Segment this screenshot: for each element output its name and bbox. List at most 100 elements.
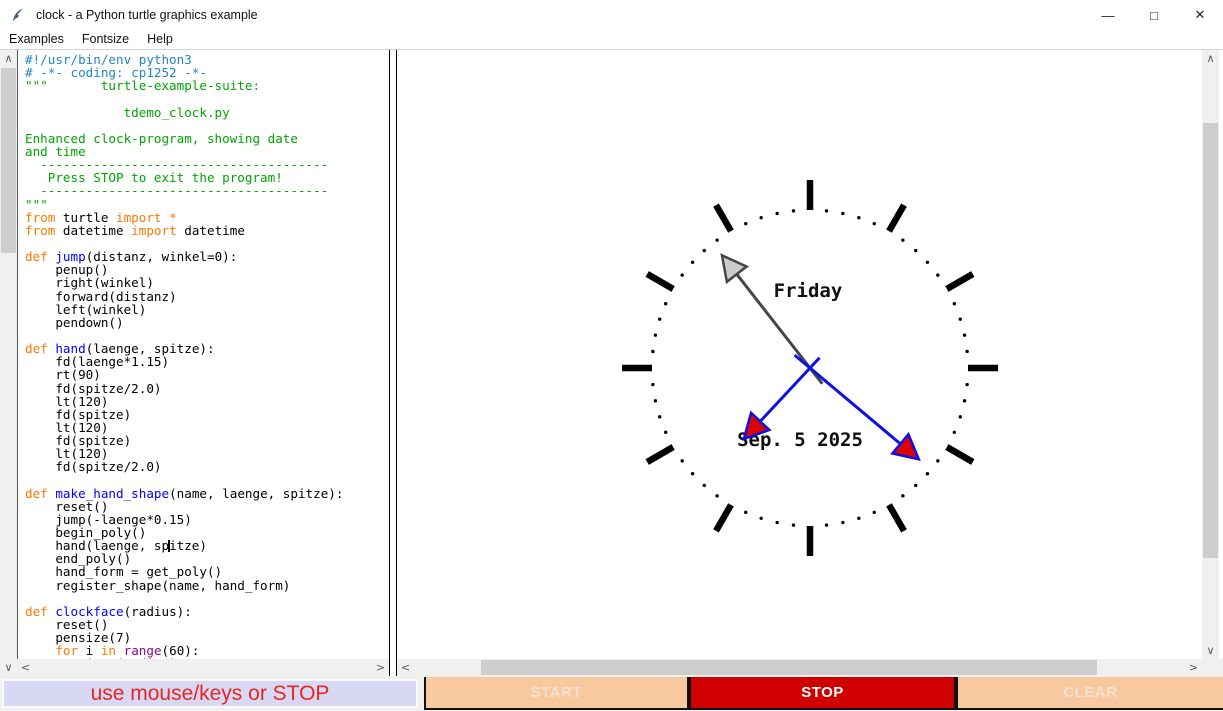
canvas-vertical-scrollbar[interactable]: ∧ ∨ — [1202, 50, 1219, 659]
minute-dot — [680, 459, 684, 463]
menu-item-fontsize[interactable]: Fontsize — [73, 30, 138, 49]
right-margin — [1219, 50, 1223, 659]
minute-dot — [651, 349, 655, 354]
minute-dot — [658, 317, 662, 321]
button-strip: START STOP CLEAR — [424, 677, 1223, 710]
turtle-canvas[interactable]: Friday Sep. 5 2025 — [397, 50, 1202, 659]
hour-tick — [886, 203, 907, 233]
scroll-up-icon[interactable]: ∧ — [0, 50, 17, 67]
hour-tick — [713, 503, 734, 533]
minute-dot — [824, 209, 829, 213]
code-vscroll-thumb[interactable] — [1, 68, 16, 253]
minute-hand-arrowhead — [890, 431, 921, 462]
minute-dot — [759, 216, 763, 220]
clear-button[interactable]: CLEAR — [958, 677, 1223, 708]
minute-dot — [775, 211, 779, 216]
minimize-icon: — — [1101, 7, 1115, 23]
minute-dot — [936, 273, 940, 277]
minute-dot — [857, 516, 861, 520]
code-line: register_shape(name, hand_form) — [25, 577, 291, 593]
scroll-down-icon[interactable]: ∨ — [0, 659, 17, 676]
code-line: """ turtle-example-suite: — [25, 78, 261, 94]
minute-dot — [663, 302, 668, 306]
code-horizontal-scrollbar[interactable]: < > — [17, 659, 389, 676]
minute-dot — [965, 349, 969, 354]
minute-dot — [690, 472, 695, 476]
window-title: clock - a Python turtle graphics example — [36, 8, 258, 22]
menu-item-examples[interactable]: Examples — [0, 30, 73, 49]
minute-dot — [663, 430, 668, 434]
minute-dot — [744, 510, 748, 515]
minute-dot — [841, 211, 845, 216]
weekday-text: Friday — [774, 280, 843, 302]
pane-divider[interactable] — [389, 50, 397, 676]
minute-dot — [775, 520, 779, 525]
code-line: -------------------------------------- — [25, 183, 329, 199]
code-line: tdemo_clock.py — [25, 104, 230, 120]
minute-dot — [702, 248, 706, 253]
minute-dot — [952, 430, 957, 434]
menu-bar: Examples Fontsize Help — [0, 30, 1223, 50]
canvas-horizontal-scrollbar[interactable]: < > — [397, 659, 1202, 676]
minute-dot — [680, 273, 684, 277]
code-line: fd(spitze/2.0) — [25, 459, 162, 475]
minute-dot — [841, 520, 845, 525]
canvas-vscroll-thumb[interactable] — [1203, 123, 1218, 558]
code-vertical-scrollbar[interactable]: ∧ ∨ — [0, 50, 17, 676]
hour-tick — [945, 444, 975, 465]
hour-tick — [945, 271, 975, 292]
minute-dot — [791, 523, 796, 527]
minute-dot — [965, 382, 969, 387]
scroll-right-icon[interactable]: > — [1185, 659, 1202, 676]
window-controls: — □ ✕ — [1085, 0, 1223, 30]
minute-dot — [651, 382, 655, 387]
minute-dot — [962, 399, 967, 403]
minute-dot — [715, 238, 719, 242]
minute-dot — [653, 399, 658, 403]
minute-dot — [791, 209, 796, 213]
minute-dot — [759, 516, 763, 520]
close-icon: ✕ — [1194, 7, 1206, 22]
minute-dot — [901, 238, 905, 242]
code-editor[interactable]: #!/usr/bin/env python3 # -*- coding: cp12… — [17, 50, 389, 659]
minute-dot — [715, 494, 719, 498]
minute-dot — [690, 260, 695, 264]
clock-drawing: FridaySep. 5 2025 — [622, 180, 998, 556]
minute-dot — [901, 494, 905, 498]
scroll-left-icon[interactable]: < — [397, 659, 414, 676]
canvas-hscroll-thumb[interactable] — [481, 660, 1097, 675]
minute-dot — [936, 459, 940, 463]
minute-dot — [925, 260, 930, 264]
second-hand-arrowhead — [720, 253, 749, 285]
minute-dot — [702, 483, 706, 488]
scroll-right-icon[interactable]: > — [372, 659, 389, 676]
scrollbar-corner — [1202, 659, 1223, 676]
title-bar: clock - a Python turtle graphics example… — [0, 0, 1223, 30]
minute-dot — [914, 483, 918, 488]
scroll-left-icon[interactable]: < — [17, 659, 34, 676]
minute-dot — [857, 216, 861, 220]
minute-dot — [658, 415, 662, 419]
minute-dot — [744, 221, 748, 226]
minute-dot — [914, 248, 918, 253]
start-button[interactable]: START — [426, 677, 687, 708]
code-line: from datetime import datetime — [25, 222, 245, 238]
hour-tick — [713, 203, 734, 233]
minute-dot — [872, 510, 876, 515]
hour-tick — [645, 271, 675, 292]
code-line: pendown() — [25, 314, 124, 330]
scroll-up-icon[interactable]: ∧ — [1202, 50, 1219, 67]
minute-dot — [958, 317, 962, 321]
scroll-down-icon[interactable]: ∨ — [1202, 642, 1219, 659]
close-button[interactable]: ✕ — [1177, 0, 1223, 30]
python-feather-icon — [12, 8, 24, 21]
status-label: use mouse/keys or STOP — [2, 679, 418, 708]
hour-tick — [886, 503, 907, 533]
menu-item-help[interactable]: Help — [138, 30, 182, 49]
maximize-button[interactable]: □ — [1131, 0, 1177, 30]
minimize-button[interactable]: — — [1085, 0, 1131, 30]
stop-button[interactable]: STOP — [691, 677, 954, 708]
minute-dot — [653, 333, 658, 337]
minute-dot — [872, 221, 876, 226]
code-area: #!/usr/bin/env python3 # -*- coding: cp12… — [18, 50, 389, 659]
